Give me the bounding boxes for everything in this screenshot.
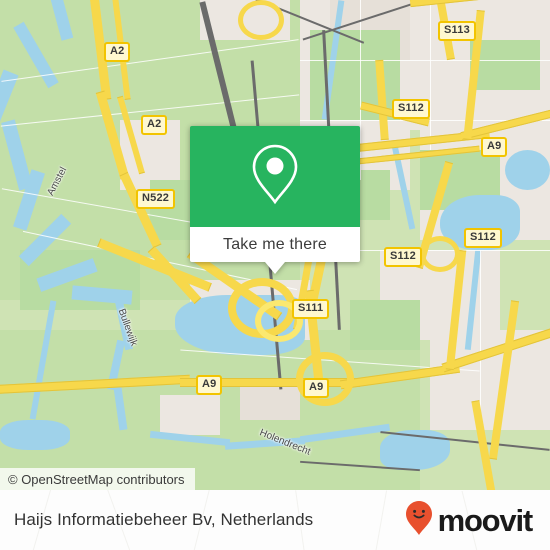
map-attribution[interactable]: © OpenStreetMap contributors [0,468,195,490]
place-popup-card[interactable]: Take me there [190,126,360,274]
take-me-there-button[interactable]: Take me there [190,227,360,262]
footer-bar: Haijs Informatiebeheer Bv, Netherlands m… [0,490,550,550]
moovit-logo[interactable]: moovit [404,500,534,541]
water-label-bullewijk: Bullewijk [115,307,140,348]
map-screenshot: A2 A2 N522 S113 S112 A9 S112 S112 S111 A9 A9 Amste… [0,0,550,550]
take-me-there-label: Take me there [223,235,327,253]
moovit-smiley-pin-icon [404,500,434,541]
popup-header [190,126,360,227]
location-pin-icon [248,142,302,211]
map-canvas[interactable]: A2 A2 N522 S113 S112 A9 S112 S112 S111 A9 A9 Amste… [0,0,550,490]
attribution-text: © OpenStreetMap contributors [8,471,185,487]
water-label-holendrecht: Holendrecht [257,427,313,458]
water-label-amstel: Amstel [45,165,70,198]
place-title: Haijs Informatiebeheer Bv, Netherlands [14,510,314,529]
moovit-wordmark: moovit [437,502,534,538]
popup-pointer [265,262,285,274]
